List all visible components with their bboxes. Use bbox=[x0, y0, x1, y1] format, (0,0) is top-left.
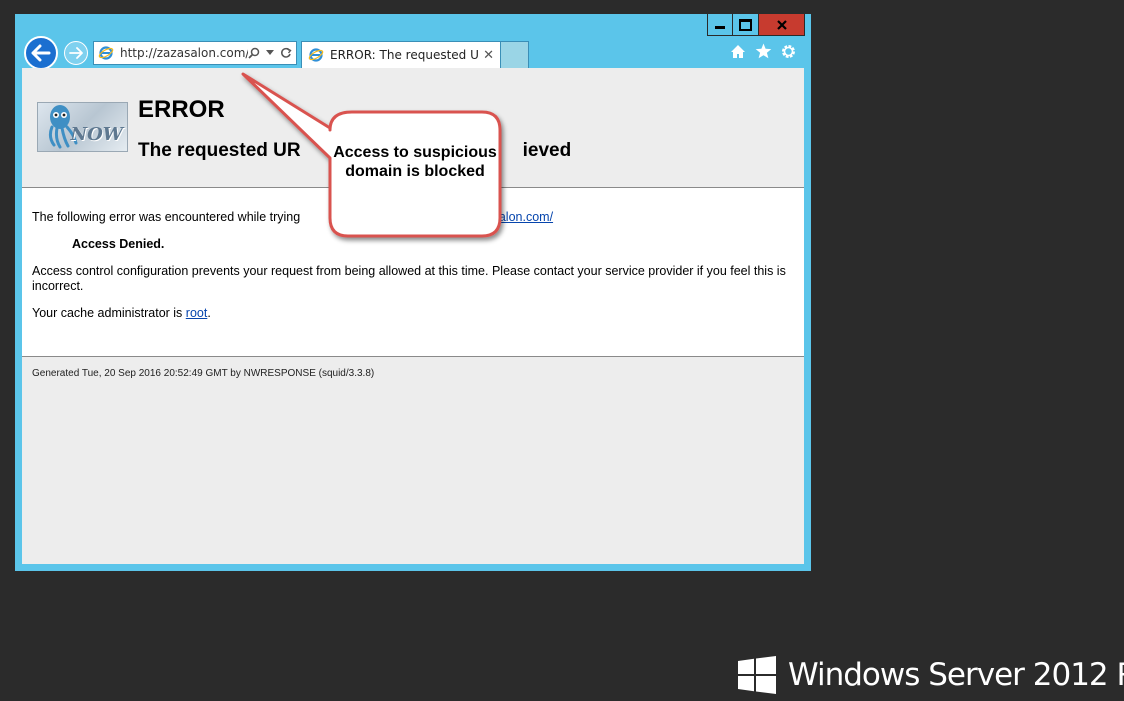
callout-bubble bbox=[241, 72, 502, 238]
windows-server-label: Windows Server 2012 R2 bbox=[788, 657, 1124, 693]
callout-text: Access to suspicious domain is blocked bbox=[333, 144, 497, 180]
windows-branding: Windows Server 2012 R2 bbox=[738, 656, 1124, 694]
windows-logo-icon bbox=[738, 656, 776, 694]
